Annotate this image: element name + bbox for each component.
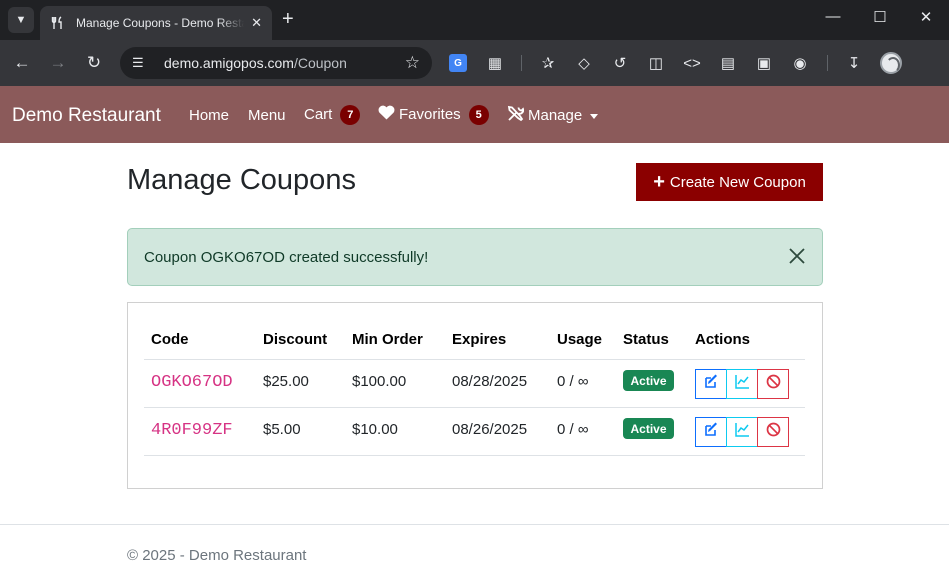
success-alert: Coupon OGKO67OD created successfully! — [127, 228, 823, 286]
browser-toolbar: ← → ↻ ☰ demo.amigopos.com/Coupon ☆ G ▦ ✰… — [0, 40, 949, 86]
site-settings-icon[interactable]: ☰ — [132, 55, 148, 71]
new-tab-button[interactable]: + — [282, 8, 294, 30]
coupon-code: 4R0F99ZF — [151, 421, 233, 440]
create-button-label: Create New Coupon — [669, 173, 806, 191]
plus-icon: + — [653, 171, 665, 193]
nav-home[interactable]: Home — [189, 107, 229, 125]
translate-page-icon[interactable]: ▣ — [754, 53, 774, 73]
incognito-icon[interactable]: ◇ — [574, 53, 594, 73]
chart-line-icon — [734, 374, 750, 394]
coupon-expires: 08/26/2025 — [452, 421, 528, 438]
page-title: Manage Coupons — [127, 164, 356, 196]
profile-avatar[interactable] — [880, 52, 902, 74]
coupon-code: OGKO67OD — [151, 373, 233, 392]
nav-manage-dropdown[interactable]: Manage — [507, 105, 599, 127]
coupon-discount: $25.00 — [263, 373, 309, 390]
nav-menu[interactable]: Menu — [248, 107, 286, 125]
caret-down-icon — [590, 113, 599, 119]
column-header-expires: Expires — [452, 331, 507, 348]
address-bar[interactable]: ☰ demo.amigopos.com/Coupon ☆ — [120, 47, 432, 79]
nav-cart[interactable]: Cart 7 — [304, 105, 361, 125]
disable-coupon-button[interactable] — [757, 417, 789, 447]
coupon-usage: 0 / ∞ — [557, 373, 589, 390]
extensions-puzzle-icon[interactable]: ▦ — [485, 53, 505, 73]
row-divider — [144, 359, 805, 360]
reading-list-star-icon[interactable]: ✰ — [538, 53, 558, 73]
browser-tab-strip: ▼ Manage Coupons - Demo Restaurant ✕ + —… — [0, 0, 949, 40]
trash-icon[interactable]: ◫ — [646, 53, 666, 73]
coupon-stats-button[interactable] — [726, 369, 758, 399]
brand-link[interactable]: Demo Restaurant — [12, 105, 161, 127]
forward-arrow-icon[interactable]: → — [46, 52, 70, 74]
fork-knife-icon — [50, 15, 66, 31]
bookmark-star-icon[interactable]: ☆ — [405, 53, 420, 73]
back-arrow-icon[interactable]: ← — [10, 52, 34, 74]
coupon-stats-button[interactable] — [726, 417, 758, 447]
footer-divider — [0, 524, 949, 525]
translate-extension-icon[interactable]: G — [449, 54, 467, 72]
column-header-min-order: Min Order — [352, 331, 423, 348]
favorites-count-badge: 5 — [468, 105, 489, 125]
browser-tab[interactable]: Manage Coupons - Demo Restaurant ✕ — [40, 6, 272, 40]
heart-icon — [378, 105, 395, 125]
edit-icon — [704, 374, 719, 394]
cart-count-badge: 7 — [340, 105, 361, 125]
screenshot-icon[interactable]: ◉ — [790, 53, 810, 73]
status-badge: Active — [623, 370, 674, 391]
coupon-min-order: $10.00 — [352, 421, 398, 438]
column-header-status: Status — [623, 331, 669, 348]
history-icon[interactable]: ↺ — [610, 53, 630, 73]
nav-favorites[interactable]: Favorites 5 — [378, 105, 489, 125]
column-header-usage: Usage — [557, 331, 603, 348]
chevron-down-icon: ▼ — [15, 14, 27, 26]
nav-manage-label: Manage — [528, 107, 583, 124]
ban-icon — [766, 422, 781, 442]
edit-icon — [704, 422, 719, 442]
nav-cart-label: Cart — [304, 106, 333, 123]
column-header-actions: Actions — [695, 331, 751, 348]
minimize-icon[interactable]: — — [818, 8, 848, 25]
tools-icon — [507, 105, 525, 127]
row-divider — [144, 455, 805, 456]
window-close-icon[interactable]: ✕ — [911, 8, 941, 26]
url-text: demo.amigopos.com/Coupon — [164, 55, 347, 71]
alert-message: Coupon OGKO67OD created successfully! — [144, 248, 429, 266]
ban-icon — [766, 374, 781, 394]
tab-search-button[interactable]: ▼ — [8, 7, 34, 33]
nav-favorites-label: Favorites — [399, 106, 461, 123]
disable-coupon-button[interactable] — [757, 369, 789, 399]
reload-icon[interactable]: ↻ — [82, 52, 106, 74]
coupon-usage: 0 / ∞ — [557, 421, 589, 438]
create-new-coupon-button[interactable]: + Create New Coupon — [636, 163, 823, 201]
coupon-expires: 08/28/2025 — [452, 373, 528, 390]
edit-coupon-button[interactable] — [695, 417, 727, 447]
footer-copyright: © 2025 - Demo Restaurant — [127, 547, 307, 564]
edit-coupon-button[interactable] — [695, 369, 727, 399]
column-header-discount: Discount — [263, 331, 328, 348]
site-navbar: Demo Restaurant Home Menu Cart 7 Favorit… — [0, 86, 949, 143]
coupon-discount: $5.00 — [263, 421, 301, 438]
download-icon[interactable]: ↧ — [844, 53, 864, 73]
column-header-code: Code — [151, 331, 189, 348]
status-badge: Active — [623, 418, 674, 439]
maximize-icon[interactable]: ☐ — [865, 8, 895, 26]
close-icon[interactable]: ✕ — [251, 15, 262, 31]
code-icon[interactable]: <> — [682, 53, 702, 73]
coupon-min-order: $100.00 — [352, 373, 407, 390]
tab-title: Manage Coupons - Demo Restaurant — [76, 16, 244, 30]
close-icon[interactable] — [788, 247, 806, 265]
layout-icon[interactable]: ▤ — [718, 53, 738, 73]
chart-line-icon — [734, 422, 750, 442]
row-divider — [144, 407, 805, 408]
